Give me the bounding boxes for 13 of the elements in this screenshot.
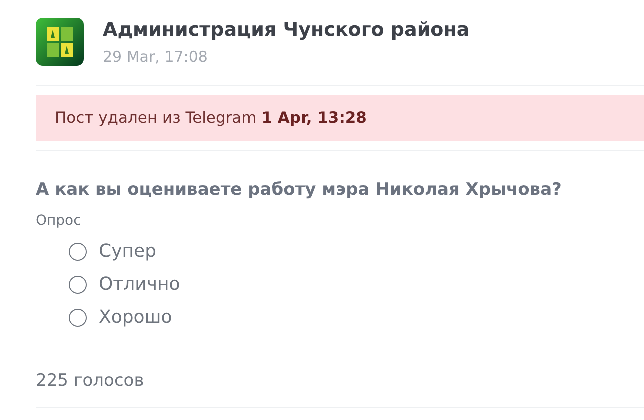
poll-question: А как вы оцениваете работу мэра Николая Хрычова?: [36, 179, 563, 202]
logo-icon: [36, 18, 84, 66]
radio-button[interactable]: [69, 242, 87, 260]
radio-button[interactable]: [69, 276, 87, 294]
option-label[interactable]: Отлично: [99, 274, 180, 295]
vote-count: 225 голосов: [36, 370, 146, 392]
channel-name: Администрация Чунского района: [103, 18, 470, 42]
radio-button[interactable]: [69, 308, 87, 326]
notice-text: Пост удален из Telegram 1 Apr, 13:28: [55, 109, 367, 127]
option-label[interactable]: Хорошо: [99, 307, 172, 328]
option-label[interactable]: Супер: [99, 241, 156, 262]
poll-label: Опрос: [36, 212, 82, 230]
post-time: 29 Mar, 17:08: [103, 47, 209, 67]
